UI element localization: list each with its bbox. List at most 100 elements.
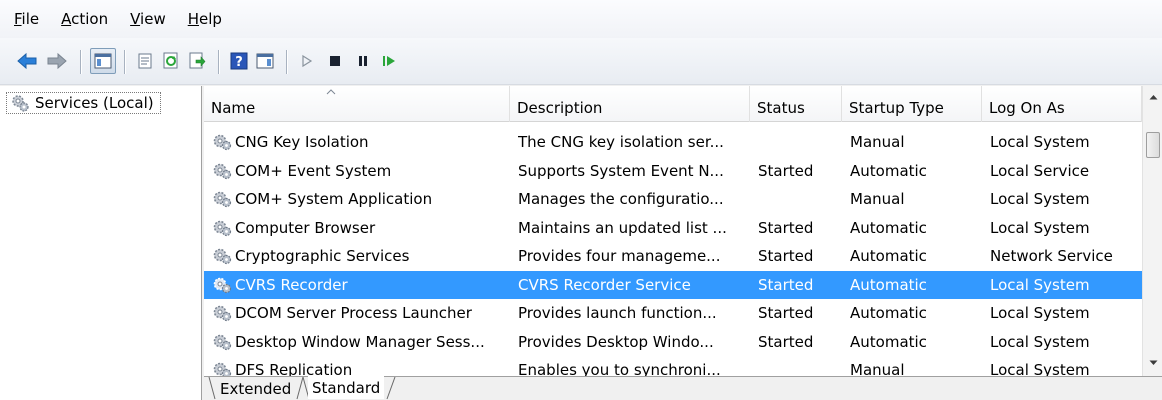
table-row[interactable]: CNG Key Isolation The CNG key isolation s… <box>204 128 1142 156</box>
service-name: COM+ Event System <box>235 161 392 180</box>
table-row[interactable]: COM+ Event System Supports System Event N… <box>204 157 1142 185</box>
vertical-scrollbar[interactable] <box>1142 86 1162 376</box>
console-tree: Services (Local) <box>0 86 202 400</box>
table-row[interactable]: DFS Replication Enables you to synchroni.… <box>204 356 1142 376</box>
tab-extended-label: Extended <box>220 379 292 398</box>
log-on-as-cell: Local System <box>990 190 1090 208</box>
services-list: Name Description Status Startup Type Log… <box>204 86 1162 376</box>
status-cell: Started <box>758 161 814 180</box>
service-gear-icon <box>213 334 232 350</box>
menu-file[interactable]: File <box>14 10 39 28</box>
tab-edge <box>386 377 396 400</box>
properties-icon <box>138 53 152 69</box>
toolbar: ? <box>0 38 1162 85</box>
toolbar-separator <box>124 50 125 74</box>
scroll-down-arrow[interactable] <box>1143 354 1162 372</box>
start-service-button[interactable] <box>294 48 320 74</box>
description-cell: Manages the configuratio... <box>518 190 724 208</box>
table-row[interactable]: CVRS Recorder CVRS Recorder Service Starte… <box>204 270 1142 299</box>
service-gear-icon <box>213 277 232 293</box>
log-on-as-cell: Network Service <box>990 247 1113 265</box>
table-row[interactable]: Desktop Window Manager Sess... Provides D… <box>204 328 1142 356</box>
column-header-name[interactable]: Name <box>204 86 510 122</box>
tree-node-label: Services (Local) <box>35 94 154 112</box>
service-name: CNG Key Isolation <box>235 133 369 151</box>
forward-arrow-icon <box>47 52 67 70</box>
log-on-as-cell: Local System <box>990 304 1090 322</box>
column-header-startup-type[interactable]: Startup Type <box>842 86 982 122</box>
name-cell: CNG Key Isolation <box>212 128 512 156</box>
show-hide-console-tree-button[interactable] <box>90 48 116 74</box>
service-gear-icon <box>213 191 232 208</box>
column-header-label: Log On As <box>989 99 1065 117</box>
log-on-as-cell: Local System <box>990 275 1090 294</box>
properties-button[interactable] <box>132 48 158 74</box>
export-list-button[interactable] <box>184 48 210 74</box>
startup-type-cell: Automatic <box>850 161 927 180</box>
description-cell: CVRS Recorder Service <box>518 275 691 294</box>
status-cell: Started <box>758 247 814 265</box>
menu-view-mnemonic: V <box>130 10 141 28</box>
chevron-up-icon <box>1149 95 1157 100</box>
status-cell <box>758 356 848 376</box>
service-gear-icon <box>213 220 232 236</box>
scroll-thumb[interactable] <box>1146 132 1160 158</box>
menu-bar: File Action View Help <box>0 0 1162 38</box>
table-row[interactable]: Cryptographic Services Provides four mana… <box>204 242 1142 270</box>
help-button[interactable]: ? <box>226 48 252 74</box>
view-tabs: Extended Standard <box>204 376 1162 400</box>
description-cell: Provides Desktop Windo... <box>518 332 714 351</box>
pause-service-button[interactable] <box>350 48 376 74</box>
name-cell: DFS Replication <box>212 356 512 376</box>
scroll-up-arrow[interactable] <box>1143 88 1162 106</box>
forward-button[interactable] <box>44 48 70 74</box>
startup-type-cell: Manual <box>850 133 905 151</box>
name-cell: Cryptographic Services <box>212 242 512 270</box>
tab-edge <box>208 377 216 400</box>
column-header-label: Name <box>211 99 256 117</box>
name-cell: DCOM Server Process Launcher <box>212 299 512 327</box>
service-name: DCOM Server Process Launcher <box>235 304 472 322</box>
service-name: DFS Replication <box>235 361 353 376</box>
table-row[interactable]: Computer Browser Maintains an updated lis… <box>204 214 1142 242</box>
description-cell: Enables you to synchroni... <box>518 361 721 376</box>
stop-service-button[interactable] <box>322 48 348 74</box>
menu-view[interactable]: View <box>130 10 166 28</box>
tab-standard[interactable]: Standard <box>308 376 385 399</box>
refresh-button[interactable] <box>158 48 184 74</box>
menu-file-mnemonic: F <box>14 10 22 28</box>
menu-help[interactable]: Help <box>188 10 222 28</box>
table-row[interactable]: COM+ System Application Manages the confi… <box>204 185 1142 213</box>
menu-action[interactable]: Action <box>61 10 108 28</box>
menu-file-label: ile <box>21 10 40 28</box>
menu-help-mnemonic: H <box>187 10 199 28</box>
description-cell: Maintains an updated list ... <box>518 218 727 237</box>
table-row[interactable]: DCOM Server Process Launcher Provides lau… <box>204 299 1142 327</box>
column-header-status[interactable]: Status <box>750 86 842 122</box>
back-button[interactable] <box>14 48 40 74</box>
tree-node-services-local[interactable]: Services (Local) <box>6 92 161 114</box>
startup-type-cell: Manual <box>850 361 905 376</box>
column-header-log-on-as[interactable]: Log On As <box>982 86 1142 122</box>
service-name: Computer Browser <box>235 218 376 237</box>
service-name: Cryptographic Services <box>235 247 410 265</box>
menu-action-label: ction <box>71 10 109 28</box>
log-on-as-cell: Local System <box>990 332 1090 351</box>
column-header-description[interactable]: Description <box>510 86 750 122</box>
log-on-as-cell: Local System <box>990 361 1090 376</box>
help-icon: ? <box>230 52 248 70</box>
service-name: Desktop Window Manager Sess... <box>235 332 485 351</box>
log-on-as-cell: Local System <box>990 133 1090 151</box>
column-header-label: Description <box>517 99 603 117</box>
service-gear-icon <box>213 362 232 376</box>
gear-icon <box>12 95 29 112</box>
tab-extended[interactable]: Extended <box>216 377 295 400</box>
status-cell: Started <box>758 304 814 322</box>
status-cell <box>758 128 848 156</box>
sort-ascending-icon <box>326 89 336 95</box>
restart-service-button[interactable] <box>376 48 402 74</box>
show-hide-action-pane-button[interactable] <box>252 48 278 74</box>
back-arrow-icon <box>17 52 37 70</box>
menu-help-label: elp <box>199 10 222 28</box>
description-cell: The CNG key isolation ser... <box>518 133 724 151</box>
